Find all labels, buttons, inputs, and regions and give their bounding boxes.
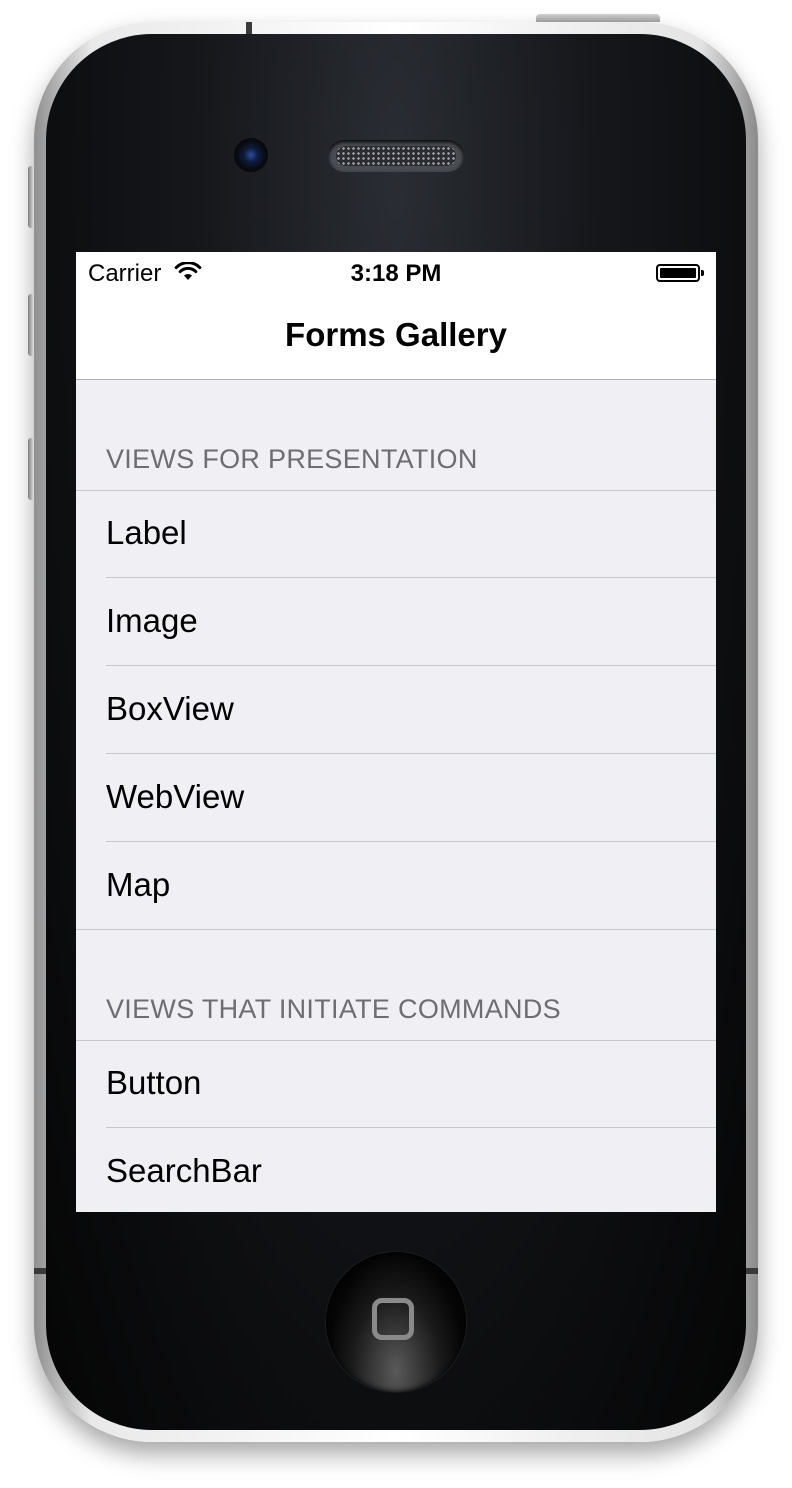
- mute-switch: [28, 166, 34, 228]
- volume-down-button: [28, 438, 34, 500]
- power-button: [536, 14, 660, 22]
- list-item-text: WebView: [106, 778, 245, 815]
- section-header-commands: VIEWS THAT INITIATE COMMANDS: [106, 994, 561, 1024]
- app-screen: Carrier 3:18 PM Forms Gallery VIEWS FOR …: [76, 252, 716, 1212]
- navigation-bar: Forms Gallery: [76, 292, 716, 380]
- list-item-label[interactable]: Label: [76, 490, 716, 578]
- status-time: 3:18 PM: [350, 260, 442, 287]
- list-item-text: Image: [106, 602, 198, 639]
- home-button-icon: [372, 1298, 414, 1340]
- list-item-text: BoxView: [106, 690, 234, 727]
- antenna-band: [746, 1268, 758, 1274]
- antenna-band: [34, 1268, 46, 1274]
- page-title: Forms Gallery: [285, 316, 507, 353]
- status-bar: Carrier 3:18 PM: [76, 252, 716, 292]
- home-button[interactable]: [326, 1252, 466, 1392]
- group-bottom-border: [76, 929, 716, 930]
- battery-level: [660, 268, 696, 278]
- front-camera: [234, 138, 268, 172]
- section-header-presentation: VIEWS FOR PRESENTATION: [106, 444, 478, 474]
- list-item-webview[interactable]: WebView: [76, 754, 716, 842]
- list-item-text: Label: [106, 514, 187, 551]
- list-item-text: Button: [106, 1064, 202, 1101]
- list-item-image[interactable]: Image: [76, 578, 716, 666]
- speaker-mesh: [336, 146, 456, 166]
- list-item-map[interactable]: Map: [76, 842, 716, 930]
- volume-up-button: [28, 294, 34, 356]
- list-item-text: Map: [106, 866, 171, 903]
- list-item-boxview[interactable]: BoxView: [76, 666, 716, 754]
- list-item-text: SearchBar: [106, 1152, 262, 1189]
- list-item-searchbar[interactable]: SearchBar: [76, 1128, 716, 1212]
- earpiece-speaker: [328, 140, 464, 172]
- battery-tip: [701, 270, 704, 276]
- antenna-band: [246, 22, 252, 34]
- battery-icon: [656, 264, 704, 282]
- list-item-button[interactable]: Button: [76, 1040, 716, 1128]
